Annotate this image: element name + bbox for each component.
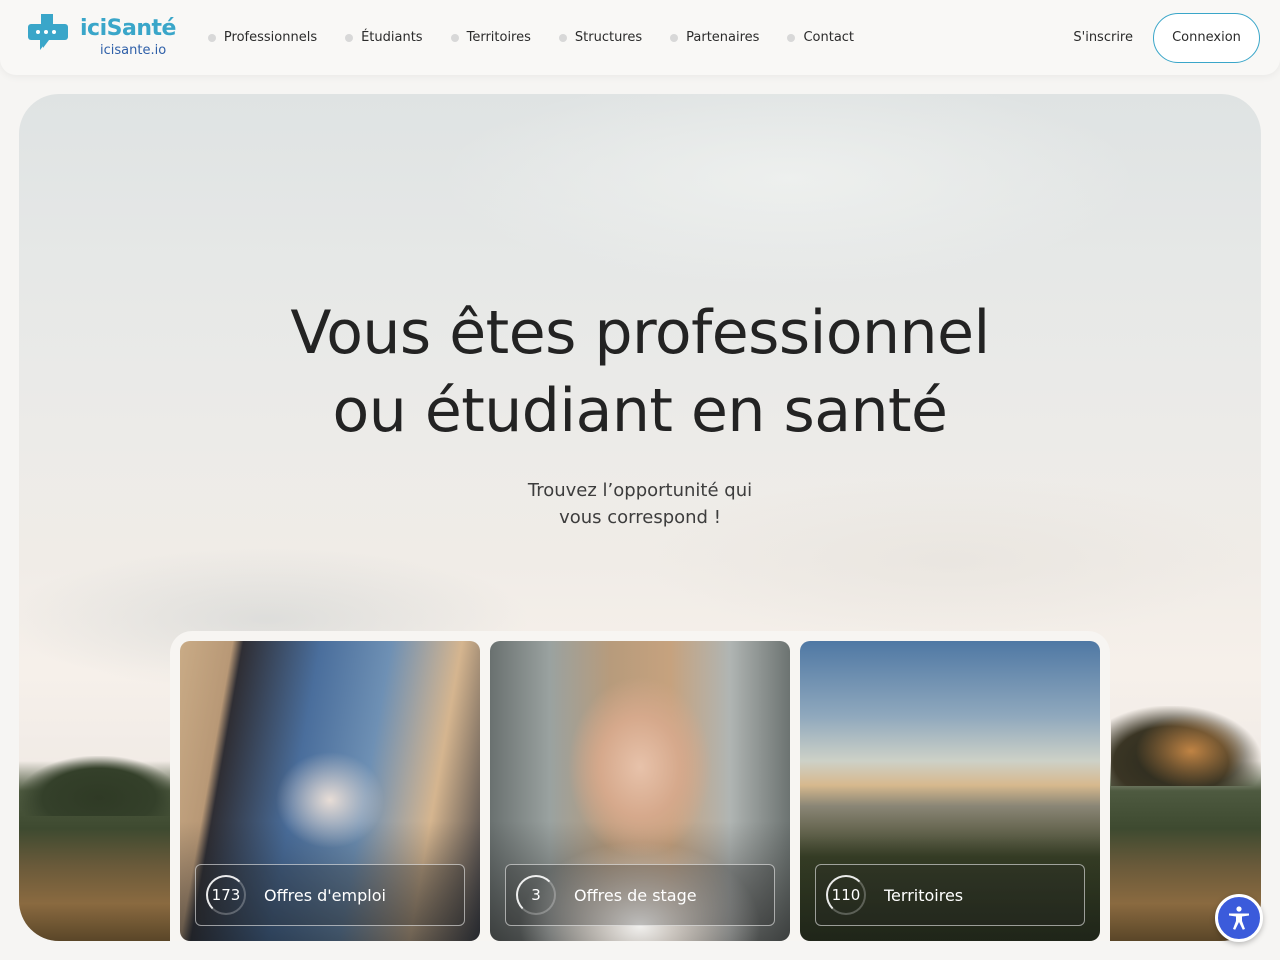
login-button[interactable]: Connexion [1153,12,1260,63]
accessibility-icon [1229,906,1249,930]
bullet-icon [207,33,216,42]
hero-section: Vous êtes professionnel ou étudiant en s… [19,94,1261,941]
card-territories[interactable]: 110 Territoires [800,641,1100,941]
bullet-icon [670,33,679,42]
card-label: Territoires [884,885,964,905]
bullet-icon [558,33,567,42]
count-ring: 173 [206,875,246,915]
bullet-icon [450,33,459,42]
count-ring: 110 [826,875,866,915]
card-label: Offres d'emploi [264,885,386,905]
site-logo[interactable]: iciSanté icisante.io [24,13,176,62]
hero-title-line-1: Vous êtes professionnel [290,298,990,368]
hero-subtitle-line-2: vous correspond ! [559,507,721,528]
nav-item-label: Territoires [466,30,531,45]
signup-link[interactable]: S'inscrire [1073,30,1133,45]
nav-item-professionnels[interactable]: Professionnels [207,30,318,45]
nav-item-label: Partenaires [686,30,760,45]
brand-name: iciSanté [80,16,176,41]
main-nav: Professionnels Étudiants Territoires Str… [207,30,854,45]
brand-url: icisante.io [100,43,167,58]
hero-title-line-2: ou étudiant en santé [332,376,948,446]
nav-item-etudiants[interactable]: Étudiants [345,30,423,45]
logo-text: iciSanté icisante.io [80,16,176,58]
nav-item-structures[interactable]: Structures [558,30,643,45]
hero-subtitle: Trouvez l’opportunité qui vous correspon… [19,477,1261,531]
hero-sunset-glow [1131,711,1251,791]
card-stat-box: 173 Offres d'emploi [195,864,465,926]
bullet-icon [345,33,354,42]
card-job-offers[interactable]: 173 Offres d'emploi [180,641,480,941]
hero-subtitle-line-1: Trouvez l’opportunité qui [527,480,753,501]
accessibility-button[interactable] [1215,894,1263,942]
nav-item-territoires[interactable]: Territoires [450,30,531,45]
card-label: Offres de stage [574,885,697,905]
auth-actions: S'inscrire Connexion [1073,12,1260,63]
card-internship-offers[interactable]: 3 Offres de stage [490,641,790,941]
nav-item-contact[interactable]: Contact [787,30,854,45]
nav-item-label: Structures [574,30,643,45]
top-navbar: iciSanté icisante.io Professionnels Étud… [0,0,1280,75]
nav-item-partenaires[interactable]: Partenaires [670,30,759,45]
bullet-icon [787,33,796,42]
nav-item-label: Contact [803,30,855,45]
count-ring: 3 [516,875,556,915]
hero-tree-left [19,756,179,816]
chat-cross-logo-icon [28,13,68,50]
card-stat-box: 3 Offres de stage [505,864,775,926]
nav-item-label: Étudiants [361,30,423,45]
card-stat-box: 110 Territoires [815,864,1085,926]
opportunity-cards: 173 Offres d'emploi 3 Offres de stage 11… [170,631,1110,941]
hero-title: Vous êtes professionnel ou étudiant en s… [19,294,1261,450]
nav-item-label: Professionnels [223,30,318,45]
